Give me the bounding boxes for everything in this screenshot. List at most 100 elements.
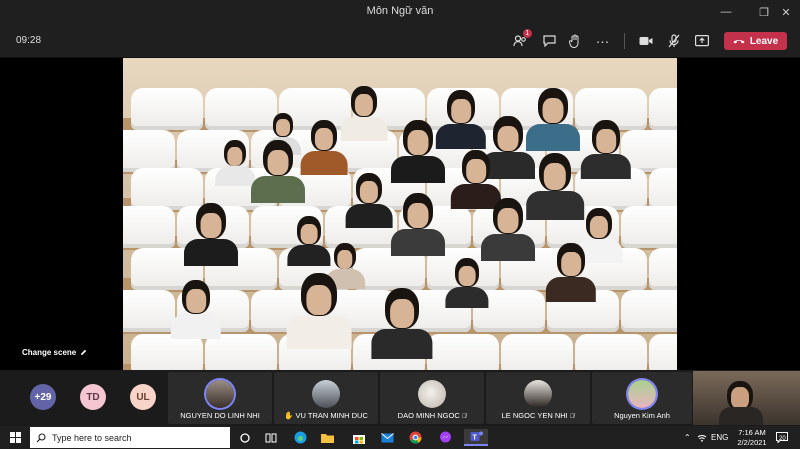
- raise-hand-button[interactable]: [563, 29, 587, 53]
- participant-avatar-ul[interactable]: UL: [130, 384, 156, 410]
- mic-muted-icon: 🎙̸: [569, 414, 575, 420]
- student-face: [451, 98, 471, 123]
- chrome-app[interactable]: [406, 429, 424, 446]
- messenger-app[interactable]: [436, 429, 454, 446]
- participant-tile[interactable]: NGUYEN DO LINH NHI: [168, 372, 272, 424]
- participant-name: Nguyen Kim Anh: [614, 411, 670, 420]
- leave-button[interactable]: Leave: [724, 32, 787, 50]
- participant-tile[interactable]: LE NGOC YEN NHI 🎙̸: [486, 372, 590, 424]
- auditorium-seat: [621, 290, 677, 332]
- auditorium-seat: [649, 88, 677, 130]
- student-torso: [345, 204, 393, 228]
- folder-icon: [320, 434, 334, 443]
- meeting-stage: Change scene: [0, 58, 800, 370]
- student-face: [354, 94, 374, 117]
- teams-app[interactable]: T: [464, 429, 488, 446]
- auditorium-seat: [205, 334, 277, 370]
- student-torso: [184, 239, 238, 266]
- student-face: [227, 147, 243, 166]
- student-torso: [371, 328, 433, 360]
- self-video-preview[interactable]: [693, 371, 800, 425]
- auditorium-seat: [131, 334, 203, 370]
- mail-icon: [380, 432, 394, 442]
- student-face: [276, 119, 290, 137]
- student-face: [390, 298, 414, 328]
- student-face: [561, 251, 581, 276]
- auditorium-seat: [123, 206, 175, 248]
- network-indicator[interactable]: [697, 426, 707, 449]
- student-face: [200, 212, 222, 239]
- search-placeholder: Type here to search: [52, 432, 132, 443]
- self-video-shirt: [719, 407, 763, 425]
- participant-photo: [628, 380, 656, 408]
- auditorium-seat: [131, 88, 203, 130]
- student-face: [497, 207, 519, 234]
- student-torso: [170, 313, 222, 339]
- camera-icon: [639, 37, 653, 45]
- chrome-icon: [409, 431, 421, 444]
- chat-icon: [542, 35, 556, 47]
- student-face: [314, 128, 334, 151]
- action-center-button[interactable]: 20: [776, 426, 788, 449]
- search-icon: [36, 432, 46, 442]
- close-button[interactable]: ✕: [772, 0, 800, 24]
- overflow-participants-avatar[interactable]: +29: [30, 384, 56, 410]
- meeting-timer: 09:28: [16, 35, 42, 46]
- participant-tile[interactable]: DAO MINH NGOC 🎙̸: [380, 372, 484, 424]
- mail-app[interactable]: [378, 429, 396, 446]
- phone-hangup-icon: [733, 40, 745, 44]
- camera-toggle-button[interactable]: [634, 29, 658, 53]
- student-face: [542, 97, 564, 124]
- more-actions-button[interactable]: …: [591, 29, 615, 53]
- student-torso: [481, 234, 535, 261]
- clock-time: 7:16 AM: [738, 428, 766, 437]
- student-cutout: [168, 280, 224, 339]
- mic-muted-icon: [668, 34, 680, 48]
- student-torso: [545, 276, 597, 302]
- student-face: [596, 128, 616, 153]
- cortana-icon: [240, 432, 250, 443]
- notification-count: 20: [779, 435, 786, 442]
- file-explorer-app[interactable]: [318, 429, 336, 446]
- participant-photo: [418, 380, 446, 408]
- participant-tile[interactable]: Nguyen Kim Anh: [592, 372, 692, 424]
- chat-button[interactable]: [537, 29, 561, 53]
- auditorium-seat: [649, 248, 677, 290]
- edge-app[interactable]: [291, 429, 309, 446]
- taskbar-clock[interactable]: 7:16 AM 2/2/2021: [730, 428, 774, 448]
- participants-button[interactable]: 1: [508, 29, 532, 53]
- share-screen-button[interactable]: [690, 29, 714, 53]
- participant-name: NGUYEN DO LINH NHI: [180, 411, 260, 420]
- store-app[interactable]: [350, 429, 368, 446]
- minimize-button[interactable]: —: [712, 0, 740, 24]
- auditorium-seat: [575, 334, 647, 370]
- change-scene-button[interactable]: Change scene: [22, 348, 87, 357]
- student-torso: [580, 153, 632, 179]
- participant-tile[interactable]: ✋ VU TRAN MINH DUC: [274, 372, 378, 424]
- participant-strip: +29 TD UL NGUYEN DO LINH NHI ✋ VU TRAN M…: [0, 370, 800, 426]
- hand-icon: [569, 34, 579, 48]
- windows-taskbar: Type here to search T ⌃ ENG 7:16 AM 2/2/…: [0, 426, 800, 449]
- student-torso: [286, 316, 352, 349]
- window-titlebar: Môn Ngữ văn — ❐ ✕: [0, 0, 800, 24]
- student-cutout: [368, 288, 436, 360]
- participants-count-badge: 1: [523, 29, 532, 38]
- auditorium-seat: [123, 130, 175, 172]
- student-face: [306, 284, 332, 316]
- student-face: [407, 202, 429, 229]
- window-title: Môn Ngữ văn: [366, 5, 434, 17]
- mic-muted-icon: 🎙̸: [461, 414, 467, 420]
- student-face: [337, 250, 353, 269]
- student-face: [300, 223, 318, 245]
- cortana-button[interactable]: [236, 429, 254, 446]
- participant-avatar-td[interactable]: TD: [80, 384, 106, 410]
- task-view-button[interactable]: [262, 429, 280, 446]
- meeting-toolbar: 09:28 1 …: [0, 24, 800, 58]
- start-button[interactable]: [6, 429, 24, 446]
- system-tray-chevron[interactable]: ⌃: [684, 426, 691, 449]
- language-indicator[interactable]: ENG: [711, 426, 728, 449]
- taskbar-search-box[interactable]: Type here to search: [30, 427, 230, 448]
- student-torso: [391, 156, 445, 183]
- mic-toggle-button[interactable]: [662, 29, 686, 53]
- auditorium-seat: [649, 168, 677, 210]
